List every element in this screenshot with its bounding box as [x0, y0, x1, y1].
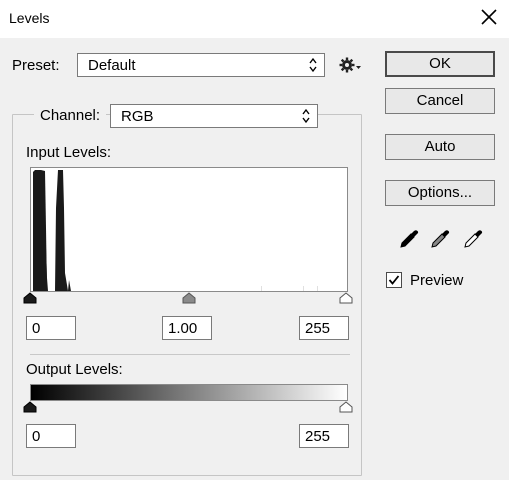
- eyedropper-gray-icon[interactable]: [429, 228, 451, 250]
- histogram: [30, 167, 348, 292]
- input-white-field[interactable]: 255: [299, 316, 349, 340]
- auto-button[interactable]: Auto: [385, 134, 495, 160]
- channel-dropdown[interactable]: RGB: [110, 104, 318, 128]
- preset-value: Default: [88, 57, 136, 74]
- histogram-graph: [33, 170, 318, 291]
- cancel-button[interactable]: Cancel: [385, 88, 495, 114]
- eyedropper-white-icon[interactable]: [462, 228, 484, 250]
- preview-checkbox[interactable]: [386, 272, 402, 288]
- channel-value: RGB: [121, 108, 154, 125]
- output-white-value: 255: [305, 428, 331, 445]
- gear-icon[interactable]: [338, 56, 362, 74]
- preset-dropdown[interactable]: Default: [77, 53, 325, 77]
- output-white-field[interactable]: 255: [299, 424, 349, 448]
- input-black-value: 0: [32, 320, 41, 337]
- dropdown-arrows-icon: [309, 57, 317, 73]
- output-gradient: [30, 384, 348, 401]
- input-midtone-slider[interactable]: [182, 292, 196, 304]
- channel-label: Channel:: [34, 107, 107, 124]
- input-white-slider[interactable]: [339, 292, 353, 304]
- input-midtone-value: 1.00: [168, 320, 198, 337]
- input-midtone-field[interactable]: 1.00: [162, 316, 212, 340]
- output-black-value: 0: [32, 428, 41, 445]
- window-title: Levels: [9, 10, 50, 26]
- divider: [30, 354, 350, 355]
- preset-label: Preset:: [12, 57, 60, 74]
- ok-button[interactable]: OK: [385, 51, 495, 77]
- output-levels-label: Output Levels:: [26, 361, 123, 378]
- input-white-value: 255: [305, 320, 331, 337]
- preview-label: Preview: [410, 272, 464, 289]
- dropdown-arrows-icon: [302, 108, 310, 124]
- close-icon[interactable]: [478, 6, 500, 28]
- input-levels-label: Input Levels:: [26, 144, 112, 161]
- eyedropper-black-icon[interactable]: [398, 228, 420, 250]
- options-button[interactable]: Options...: [385, 180, 495, 206]
- output-white-slider[interactable]: [339, 401, 353, 413]
- title-bar: Levels: [0, 0, 509, 38]
- checkmark-icon: [388, 275, 400, 285]
- output-black-slider[interactable]: [23, 401, 37, 413]
- input-black-slider[interactable]: [23, 292, 37, 304]
- input-black-field[interactable]: 0: [26, 316, 76, 340]
- output-black-field[interactable]: 0: [26, 424, 76, 448]
